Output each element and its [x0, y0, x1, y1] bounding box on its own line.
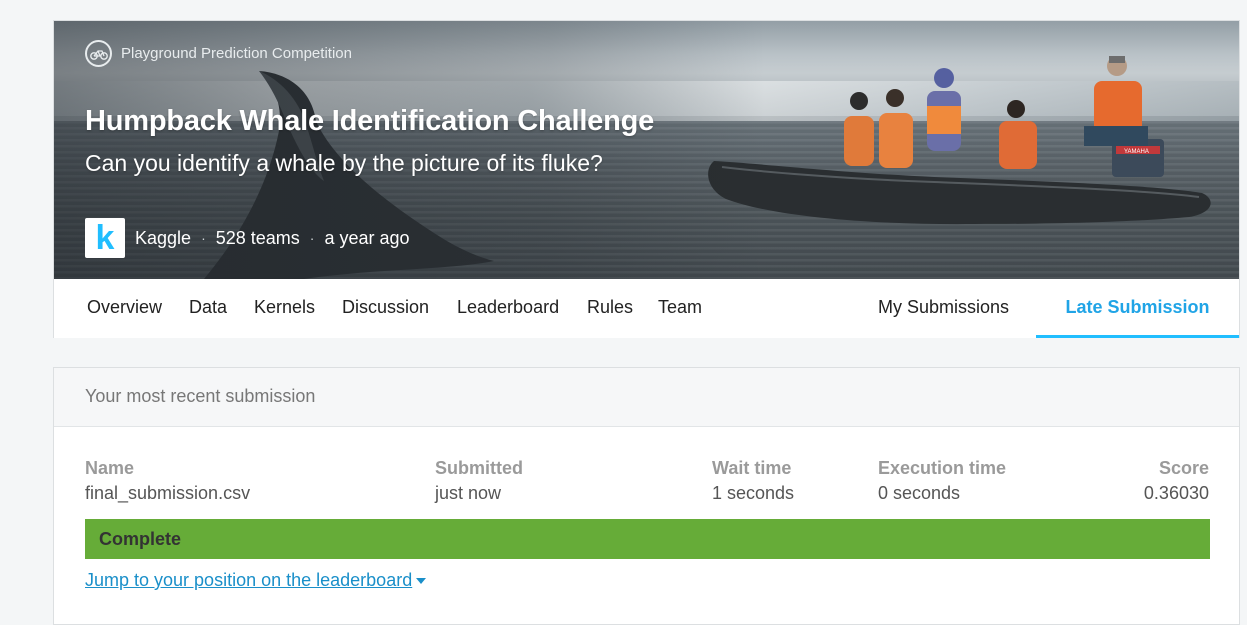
kaggle-logo-icon[interactable]: k	[85, 218, 125, 258]
caret-down-icon[interactable]	[416, 578, 427, 585]
tab-data[interactable]: Data	[189, 279, 227, 338]
tab-discussion[interactable]: Discussion	[342, 279, 429, 338]
competition-header: YAMAHA Playground Prediction Competition…	[53, 20, 1240, 338]
wait-time-label: Wait time	[712, 458, 792, 478]
competition-type: Playground Prediction Competition	[85, 40, 352, 67]
tab-late-submission[interactable]: Late Submission	[1036, 279, 1239, 338]
submission-wait-column: Wait time 1 seconds	[712, 458, 794, 504]
tab-leaderboard[interactable]: Leaderboard	[457, 279, 559, 338]
tab-rules[interactable]: Rules	[587, 279, 633, 338]
people-in-boat	[844, 56, 1148, 169]
recent-submission-card: Your most recent submission Name final_s…	[53, 367, 1240, 625]
competition-title: Humpback Whale Identification Challenge	[85, 105, 655, 137]
tab-team[interactable]: Team	[658, 279, 702, 338]
submitted-label: Submitted	[435, 458, 523, 478]
submission-status-bar: Complete	[85, 519, 1210, 559]
host-name[interactable]: Kaggle	[135, 228, 191, 249]
jump-link-label[interactable]: Jump to your position on the leaderboard	[85, 570, 412, 590]
score-label: Score	[1158, 458, 1209, 478]
jump-to-leaderboard-link[interactable]: Jump to your position on the leaderboard	[85, 570, 427, 591]
engine-brand-label: YAMAHA	[1124, 149, 1149, 155]
competition-type-label: Playground Prediction Competition	[121, 45, 352, 62]
tab-my-submissions[interactable]: My Submissions	[878, 279, 1009, 338]
competition-tabs: Overview Data Kernels Discussion Leaderb…	[54, 279, 1239, 338]
score-value: 0.36030	[1143, 483, 1209, 503]
competition-host-info: k Kaggle · 528 teams · a year ago	[85, 218, 410, 258]
bicycle-icon	[85, 40, 112, 67]
separator-dot: ·	[309, 230, 315, 246]
recent-submission-heading: Your most recent submission	[54, 368, 1239, 427]
execution-time-value: 0 seconds	[878, 483, 961, 503]
submission-file-name: final_submission.csv	[85, 483, 251, 503]
submission-score-column: Score 0.36030	[1144, 458, 1209, 504]
competition-banner: YAMAHA Playground Prediction Competition…	[54, 21, 1239, 279]
competition-subtitle: Can you identify a whale by the picture …	[85, 150, 603, 176]
submission-execution-column: Execution time 0 seconds	[878, 458, 1006, 504]
tab-kernels[interactable]: Kernels	[254, 279, 315, 338]
separator-dot: ·	[201, 230, 206, 246]
team-count: 528 teams	[215, 227, 300, 248]
submitted-value: just now	[435, 483, 502, 503]
wait-time-value: 1 seconds	[712, 483, 795, 503]
name-label: Name	[85, 458, 135, 478]
submission-name-column: Name final_submission.csv	[85, 458, 250, 504]
submission-submitted-column: Submitted just now	[435, 458, 523, 504]
competition-age: a year ago	[324, 227, 410, 248]
execution-time-label: Execution time	[878, 458, 1007, 478]
tab-overview[interactable]: Overview	[87, 279, 162, 338]
